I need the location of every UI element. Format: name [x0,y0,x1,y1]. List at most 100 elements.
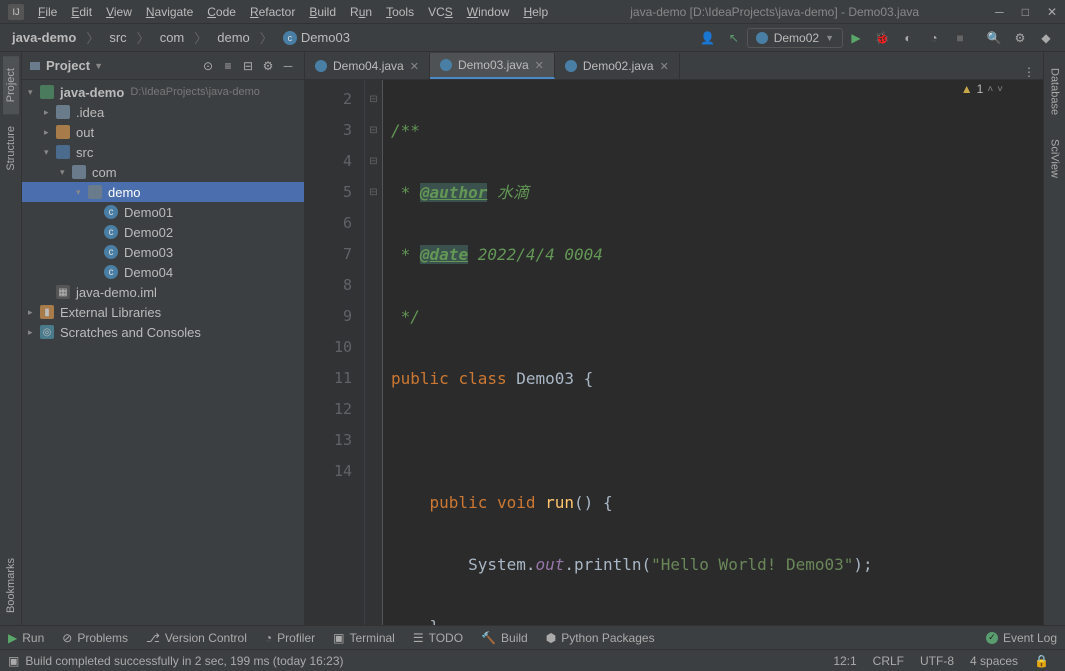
tree-ext-libs[interactable]: ▸▮External Libraries [22,302,304,322]
tree-out[interactable]: ▸out [22,122,304,142]
tree-demo01[interactable]: cDemo01 [22,202,304,222]
status-icon[interactable]: ▣ [8,654,19,668]
bottom-run[interactable]: ▶Run [8,631,44,645]
fold-gutter[interactable]: ⊟⊟⊟⊟ [365,80,383,625]
close-icon[interactable]: ✕ [660,60,669,73]
editor-tabs: Demo04.java ✕ Demo03.java ✕ Demo02.java … [305,52,1043,80]
locate-icon[interactable]: ⊙ [198,56,218,76]
tree-demo[interactable]: ▾demo [22,182,304,202]
menu-build[interactable]: Build [303,3,342,21]
status-pos[interactable]: 12:1 [825,654,864,668]
run-button[interactable]: ▶ [845,27,867,49]
tab-demo02[interactable]: Demo02.java ✕ [555,53,680,79]
menu-edit[interactable]: Edit [65,3,98,21]
run-config-icon [756,32,768,44]
ide-update-icon[interactable]: ◆ [1035,27,1057,49]
tabs-menu-icon[interactable]: ⋮ [1015,65,1043,79]
status-bar: ▣ Build completed successfully in 2 sec,… [0,649,1065,671]
tree-com[interactable]: ▾com [22,162,304,182]
profile-button[interactable]: ◔ [923,27,945,49]
sidetab-database[interactable]: Database [1047,56,1063,127]
sidetab-structure[interactable]: Structure [3,114,19,183]
crumb-com[interactable]: com [154,28,191,47]
tree-scratches[interactable]: ▸◎Scratches and Consoles [22,322,304,342]
bottom-problems[interactable]: ⊘Problems [62,631,128,645]
tree-demo04[interactable]: cDemo04 [22,262,304,282]
menu-window[interactable]: Window [461,3,516,21]
minimize-button[interactable]: ─ [995,5,1004,19]
tree-demo03[interactable]: cDemo03 [22,242,304,262]
menu-tools[interactable]: Tools [380,3,420,21]
right-sidebar: Database SciView [1043,52,1065,625]
crumb-root[interactable]: java-demo [6,28,82,47]
bottom-vcs[interactable]: ⎇Version Control [146,631,247,645]
settings-icon[interactable]: ⚙ [258,56,278,76]
crumb-src[interactable]: src [103,28,132,47]
crumb-class[interactable]: cDemo03 [277,28,356,48]
menubar: File Edit View Navigate Code Refactor Bu… [32,3,554,21]
breadcrumb: java-demo 〉 src 〉 com 〉 demo 〉 cDemo03 [6,28,356,48]
navbar: java-demo 〉 src 〉 com 〉 demo 〉 cDemo03 👤… [0,24,1065,52]
menu-code[interactable]: Code [201,3,242,21]
code-area[interactable]: /** * @author 水滴 * @date 2022/4/4 0004 *… [383,80,1043,625]
bottom-eventlog[interactable]: ✓Event Log [986,631,1057,645]
chevron-down-icon: ▼ [825,33,834,43]
left-sidebar: Project Structure Bookmarks [0,52,22,625]
sidetab-bookmarks[interactable]: Bookmarks [3,546,19,625]
sidetab-project[interactable]: Project [3,56,19,114]
close-icon[interactable]: ✕ [535,59,544,72]
status-message: Build completed successfully in 2 sec, 1… [25,654,343,668]
crumb-demo[interactable]: demo [211,28,256,47]
project-icon [28,59,42,73]
close-button[interactable]: ✕ [1047,5,1057,19]
java-class-icon [565,60,577,72]
menu-file[interactable]: File [32,3,63,21]
tree-demo02[interactable]: cDemo02 [22,222,304,242]
project-pane-title[interactable]: Project ▼ [28,58,103,73]
expand-icon[interactable]: ≡ [218,56,238,76]
bottom-build[interactable]: 🔨Build [481,631,528,645]
menu-refactor[interactable]: Refactor [244,3,301,21]
coverage-button[interactable]: ◐ [897,27,919,49]
project-tree: ▾ java-demo D:\IdeaProjects\java-demo ▸.… [22,80,304,625]
menu-vcs[interactable]: VCS [422,3,459,21]
line-gutter[interactable]: 234567891011121314 [305,80,365,625]
tab-demo04[interactable]: Demo04.java ✕ [305,53,430,79]
back-icon[interactable]: ↖ [723,27,745,49]
java-class-icon [440,59,452,71]
lock-icon[interactable]: 🔒 [1026,654,1057,668]
tree-src[interactable]: ▾src [22,142,304,162]
bottom-profiler[interactable]: ◔Profiler [265,631,315,645]
window-title: java-demo [D:\IdeaProjects\java-demo] - … [554,5,995,19]
collapse-icon[interactable]: ⊟ [238,56,258,76]
debug-button[interactable]: 🐞 [871,27,893,49]
close-icon[interactable]: ✕ [410,60,419,73]
tree-root[interactable]: ▾ java-demo D:\IdeaProjects\java-demo [22,82,304,102]
app-logo: IJ [8,4,24,20]
bottom-terminal[interactable]: ▣Terminal [333,631,395,645]
bottom-python[interactable]: ⬢Python Packages [546,631,655,645]
status-encoding[interactable]: UTF-8 [912,654,962,668]
run-config-select[interactable]: Demo02 ▼ [747,28,843,48]
sidetab-sciview[interactable]: SciView [1047,127,1063,190]
stop-button[interactable]: ■ [949,27,971,49]
tree-iml[interactable]: ▦java-demo.iml [22,282,304,302]
hide-icon[interactable]: ─ [278,56,298,76]
tree-idea[interactable]: ▸.idea [22,102,304,122]
bottom-todo[interactable]: ☰TODO [413,631,463,645]
maximize-button[interactable]: □ [1022,5,1029,19]
tab-demo03[interactable]: Demo03.java ✕ [430,53,555,79]
menu-run[interactable]: Run [344,3,378,21]
menu-help[interactable]: Help [517,3,554,21]
menu-navigate[interactable]: Navigate [140,3,199,21]
project-pane: Project ▼ ⊙ ≡ ⊟ ⚙ ─ ▾ java-demo D:\IdeaP… [22,52,305,625]
search-icon[interactable]: 🔍 [983,27,1005,49]
status-indent[interactable]: 4 spaces [962,654,1026,668]
menu-view[interactable]: View [100,3,138,21]
java-class-icon [315,60,327,72]
add-user-icon[interactable]: 👤 [697,27,719,49]
settings-icon[interactable]: ⚙ [1009,27,1031,49]
status-line-sep[interactable]: CRLF [865,654,912,668]
editor: Demo04.java ✕ Demo03.java ✕ Demo02.java … [305,52,1043,625]
editor-body[interactable]: 234567891011121314 ⊟⊟⊟⊟ /** * @author 水滴… [305,80,1043,625]
